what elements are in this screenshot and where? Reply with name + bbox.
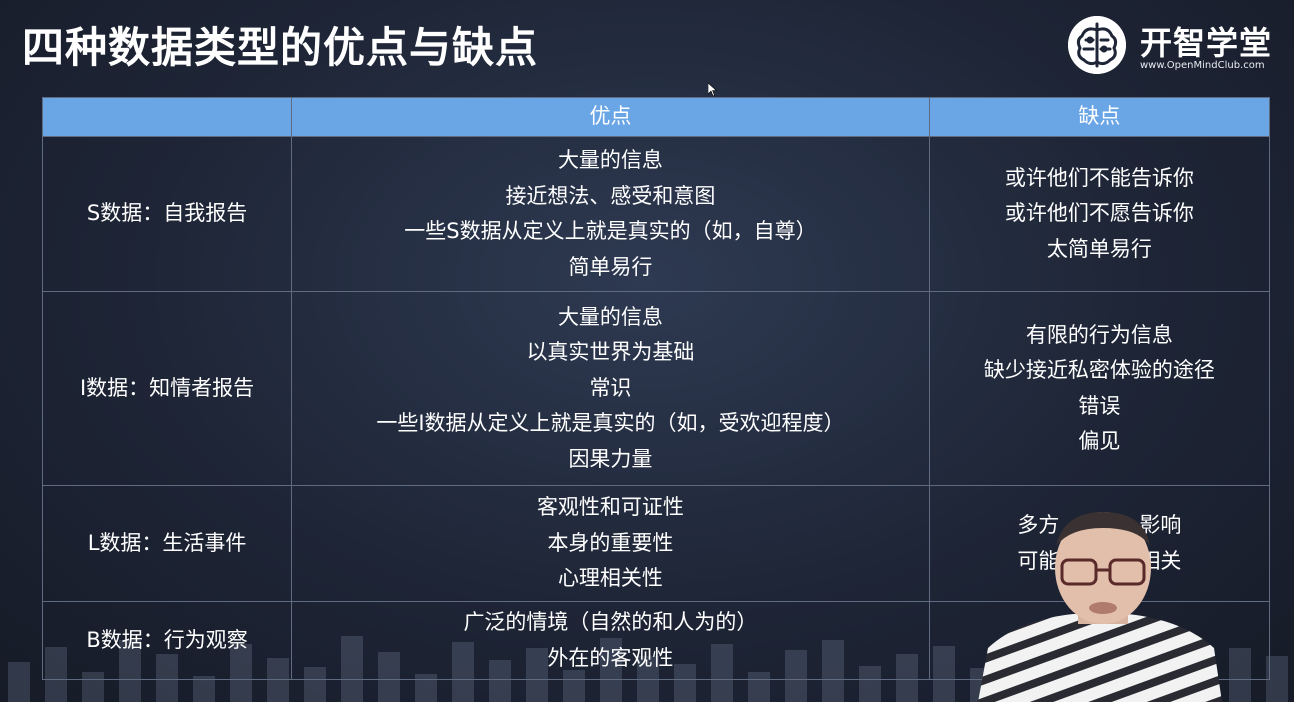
- cons-item: 错误: [1078, 393, 1121, 418]
- pros-item: 一些S数据从定义上就是真实的（如，自尊）: [404, 219, 817, 243]
- header-cell-blank: [41, 97, 293, 137]
- brain-icon: [1068, 16, 1126, 74]
- pros-item: 大量的信息: [557, 148, 663, 172]
- mouse-cursor-icon: [708, 83, 717, 96]
- pros-item: 因果力量: [568, 446, 653, 471]
- pros-item: 简单易行: [568, 254, 653, 279]
- brand-logo: 开智学堂 www.OpenMindClub.com: [1068, 16, 1288, 80]
- presenter-webcam: [978, 508, 1222, 702]
- brand-url: www.OpenMindClub.com: [1140, 60, 1265, 71]
- cons-item: 或许他们不愿告诉你: [1004, 201, 1194, 226]
- pros-cell: 客观性和可证性 本身的重要性 心理相关性: [291, 485, 930, 602]
- table-row: S数据：自我报告 大量的信息 接近想法、感受和意图 一些S数据从定义上就是真实的…: [41, 136, 1271, 292]
- pros-item: 大量的信息: [557, 304, 663, 329]
- pros-item: 外在的客观性: [547, 645, 674, 670]
- cons-cell: 有限的行为信息 缺少接近私密体验的途径 错误 偏见: [928, 291, 1271, 486]
- row-label: L数据：生活事件: [41, 485, 293, 602]
- cons-cell: 或许他们不能告诉你 或许他们不愿告诉你 太简单易行: [928, 136, 1271, 292]
- row-label: I数据：知情者报告: [41, 291, 293, 486]
- header-cell-cons: 缺点: [928, 97, 1271, 137]
- pros-item: 本身的重要性: [547, 530, 674, 555]
- pros-item: 常识: [589, 375, 632, 400]
- pros-cell: 大量的信息 接近想法、感受和意图 一些S数据从定义上就是真实的（如，自尊） 简单…: [291, 136, 930, 292]
- cons-item: 或许他们不能告诉你: [1004, 165, 1194, 190]
- table-header-row: 优点 缺点: [41, 97, 1271, 137]
- brand-name: 开智学堂: [1140, 24, 1273, 62]
- pros-item: 心理相关性: [557, 566, 663, 591]
- pros-item: 一些I数据从定义上就是真实的（如，受欢迎程度）: [376, 411, 845, 436]
- pros-cell: 大量的信息 以真实世界为基础 常识 一些I数据从定义上就是真实的（如，受欢迎程度…: [291, 291, 930, 486]
- row-label: B数据：行为观察: [41, 601, 293, 680]
- pros-item: 广泛的情境（自然的和人为的）: [463, 610, 758, 634]
- pros-item: 以真实世界为基础: [526, 340, 695, 365]
- row-label: S数据：自我报告: [41, 136, 293, 292]
- background-bar: [8, 662, 30, 702]
- slide-title: 四种数据类型的优点与缺点: [22, 23, 539, 72]
- cons-item: 太简单易行: [1046, 236, 1152, 261]
- table-row: I数据：知情者报告 大量的信息 以真实世界为基础 常识 一些I数据从定义上就是真…: [41, 291, 1271, 486]
- pros-item: 客观性和可证性: [536, 495, 684, 520]
- cons-item: 偏见: [1078, 429, 1121, 453]
- header-cell-pros: 优点: [291, 97, 930, 137]
- pros-cell: 广泛的情境（自然的和人为的） 外在的客观性: [291, 601, 930, 680]
- cons-item: 缺少接近私密体验的途径: [983, 358, 1215, 382]
- cons-item: 有限的行为信息: [1025, 322, 1173, 347]
- pros-item: 接近想法、感受和意图: [505, 183, 716, 208]
